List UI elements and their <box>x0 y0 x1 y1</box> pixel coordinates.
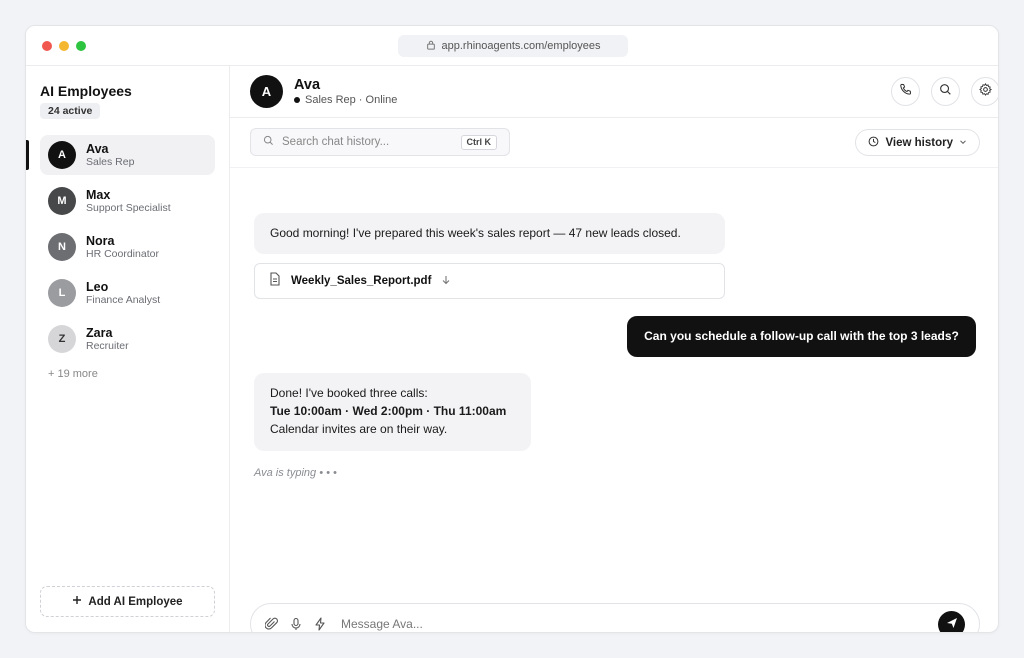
online-dot-icon <box>294 97 300 103</box>
chat-panel: A Ava Sales Rep · Online Search chat his… <box>230 66 998 633</box>
status-text: Sales Rep · Online <box>305 94 398 106</box>
view-history-button[interactable]: View history <box>855 129 980 156</box>
avatar: M <box>48 187 76 215</box>
app-window: app.rhinoagents.com/employees AI Employe… <box>25 25 999 633</box>
download-icon[interactable] <box>441 272 451 290</box>
message-line-bold: Tue 10:00am · Wed 2:00pm · Thu 11:00am <box>270 404 507 418</box>
message-incoming: Good morning! I've prepared this week's … <box>254 213 725 254</box>
plus-icon <box>72 595 82 608</box>
sidebar: AI Employees 24 active A Ava Sales Rep M… <box>26 66 230 632</box>
message-composer <box>250 603 980 633</box>
employee-role: Support Specialist <box>86 201 171 214</box>
shortcut-hint: Ctrl K <box>460 135 497 150</box>
search-icon <box>939 83 952 101</box>
chat-toolbar: Ctrl K View history <box>230 118 998 168</box>
employee-role: Finance Analyst <box>86 293 161 306</box>
active-indicator <box>26 140 29 170</box>
message-outgoing: Can you schedule a follow-up call with t… <box>627 316 976 357</box>
maximize-window-button[interactable] <box>76 41 86 51</box>
sidebar-item-zara[interactable]: Z Zara Recruiter <box>40 319 215 359</box>
clock-icon <box>868 136 879 150</box>
avatar: L <box>48 279 76 307</box>
file-attachment[interactable]: Weekly_Sales_Report.pdf <box>254 263 725 299</box>
minimize-window-button[interactable] <box>59 41 69 51</box>
employee-role: HR Coordinator <box>86 247 159 260</box>
employee-name: Max <box>86 187 111 202</box>
attachment-name: Weekly_Sales_Report.pdf <box>291 275 432 287</box>
employee-role: Recruiter <box>86 339 129 352</box>
employee-role: Sales Rep <box>86 155 135 168</box>
message-incoming: Done! I've booked three calls: Tue 10:00… <box>254 373 531 451</box>
microphone-icon[interactable] <box>289 617 303 631</box>
add-ai-employee-button[interactable]: Add AI Employee <box>40 586 215 617</box>
chat-title: Ava <box>294 77 321 93</box>
sidebar-title: AI Employees <box>40 83 132 99</box>
settings-button[interactable] <box>971 77 998 106</box>
call-button[interactable] <box>891 77 920 106</box>
employee-name: Nora <box>86 233 115 248</box>
chat-status: Sales Rep · Online <box>294 94 397 106</box>
paperclip-icon[interactable] <box>264 617 279 631</box>
employee-name: Zara <box>86 325 113 340</box>
sidebar-item-ava[interactable]: A Ava Sales Rep <box>40 135 215 175</box>
chevron-down-icon <box>959 137 967 149</box>
typing-indicator: Ava is typing • • • <box>254 467 337 479</box>
sidebar-item-nora[interactable]: N Nora HR Coordinator <box>40 227 215 267</box>
search-icon <box>263 133 274 151</box>
active-count-badge: 24 active <box>40 103 101 119</box>
lock-icon <box>426 40 436 53</box>
search-button[interactable] <box>931 77 960 106</box>
add-button-label: Add AI Employee <box>88 595 183 608</box>
search-input[interactable] <box>282 136 452 148</box>
more-employees-link[interactable]: + 19 more <box>48 368 98 380</box>
employee-name: Ava <box>86 141 109 156</box>
avatar: Z <box>48 325 76 353</box>
close-window-button[interactable] <box>42 41 52 51</box>
employee-name: Leo <box>86 279 109 294</box>
title-bar: app.rhinoagents.com/employees <box>26 26 998 66</box>
view-history-label: View history <box>885 136 953 149</box>
sidebar-item-leo[interactable]: L Leo Finance Analyst <box>40 273 215 313</box>
avatar: A <box>48 141 76 169</box>
lightning-icon[interactable] <box>313 617 327 631</box>
phone-icon <box>899 83 912 101</box>
avatar: A <box>250 75 283 108</box>
message-line: Calendar invites are on their way. <box>270 422 448 436</box>
avatar: N <box>48 233 76 261</box>
message-input[interactable] <box>341 617 901 631</box>
sidebar-item-max[interactable]: M Max Support Specialist <box>40 181 215 221</box>
document-icon <box>269 271 281 291</box>
url-text: app.rhinoagents.com/employees <box>441 40 601 52</box>
chat-history-search[interactable]: Ctrl K <box>250 128 510 156</box>
send-button[interactable] <box>938 611 965 633</box>
send-icon <box>946 616 958 633</box>
gear-icon <box>979 82 992 101</box>
message-line: Done! I've booked three calls: <box>270 386 428 400</box>
chat-header: A Ava Sales Rep · Online <box>230 66 998 118</box>
url-bar[interactable]: app.rhinoagents.com/employees <box>398 35 628 57</box>
